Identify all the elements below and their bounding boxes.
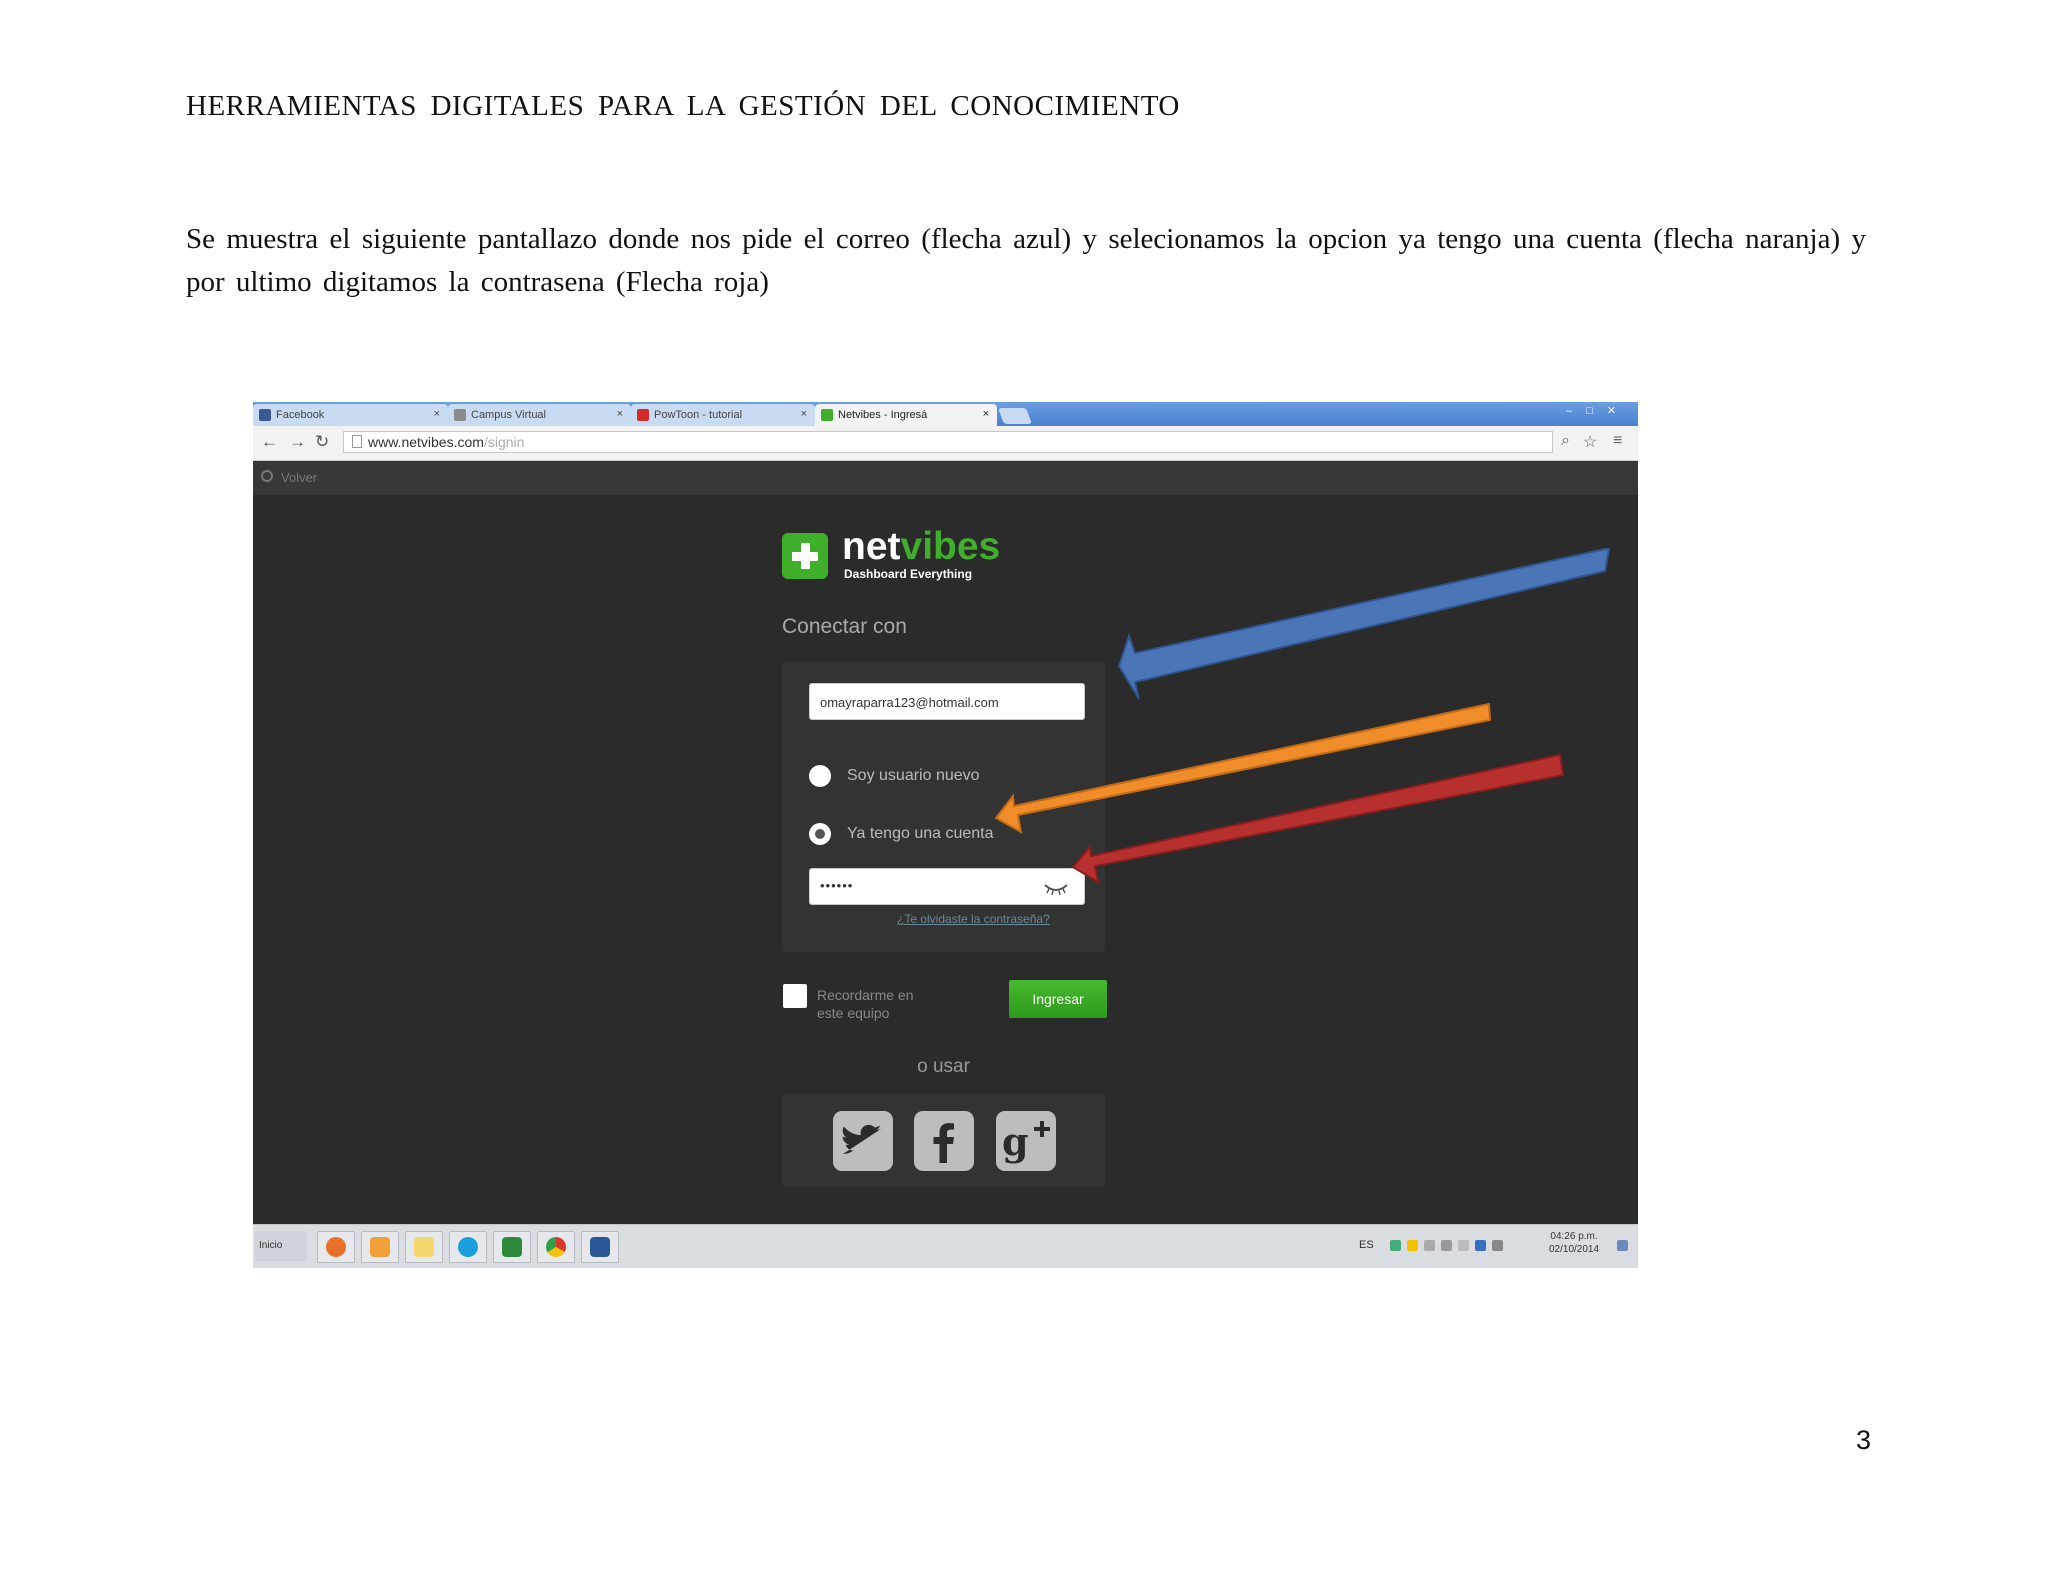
- embedded-screenshot: Facebook × Campus Virtual × PowToon - tu…: [253, 402, 1638, 1268]
- annotation-arrows: [994, 548, 1611, 885]
- document-paragraph: Se muestra el siguiente pantallazo donde…: [186, 223, 1866, 298]
- orange-arrow: [994, 702, 1492, 834]
- blue-arrow: [1117, 548, 1611, 700]
- document-header: HERRAMIENTAS DIGITALES PARA LA GESTIÓN D…: [186, 90, 1180, 122]
- red-arrow: [1071, 753, 1565, 885]
- page-number: 3: [1856, 1425, 1872, 1455]
